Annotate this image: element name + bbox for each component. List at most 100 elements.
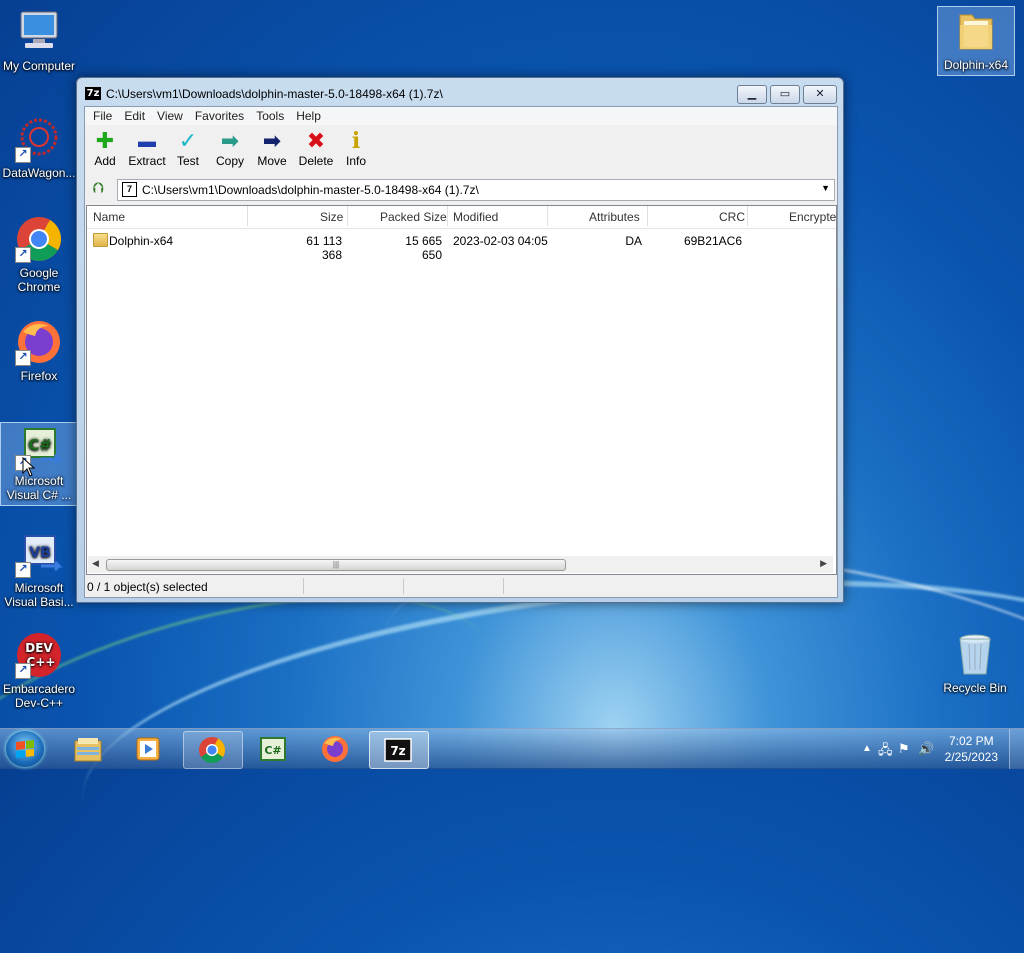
address-combobox[interactable]: 7 C:\Users\vm1\Downloads\dolphin-master-… bbox=[117, 179, 835, 201]
network-icon[interactable]: 🖧 bbox=[878, 741, 893, 763]
scroll-thumb[interactable]: ||| bbox=[106, 559, 566, 571]
shortcut-arrow-icon: ↗ bbox=[15, 350, 31, 366]
column-attributes[interactable]: Attributes bbox=[589, 210, 640, 224]
taskbar-chrome[interactable] bbox=[183, 731, 243, 769]
column-divider[interactable] bbox=[647, 206, 648, 226]
7zip-window[interactable]: 7z C:\Users\vm1\Downloads\dolphin-master… bbox=[76, 77, 844, 603]
minimize-button[interactable]: ▁ bbox=[737, 85, 767, 104]
desktop-icon-firefox[interactable]: ↗ Firefox bbox=[1, 318, 77, 383]
cell-size: 61 113 368 bbox=[306, 234, 342, 262]
volume-icon[interactable]: 🔊 bbox=[918, 741, 934, 757]
show-desktop-button[interactable] bbox=[1009, 729, 1024, 769]
archive-icon: 7 bbox=[122, 182, 137, 197]
info-icon: i bbox=[351, 128, 361, 154]
test-label: Test bbox=[176, 154, 199, 168]
desktop-icon-label: Firefox bbox=[20, 369, 58, 383]
status-bar: 0 / 1 object(s) selected bbox=[85, 575, 837, 597]
move-arrow-icon: ➡ bbox=[262, 128, 282, 153]
taskbar-7zip[interactable]: 7z bbox=[369, 731, 429, 769]
menu-tools[interactable]: Tools bbox=[250, 107, 290, 123]
column-divider[interactable] bbox=[347, 206, 348, 226]
column-divider[interactable] bbox=[747, 206, 748, 226]
menu-favorites[interactable]: Favorites bbox=[189, 107, 250, 123]
svg-text:C#: C# bbox=[28, 436, 52, 454]
desktop-icon-visual-csharp[interactable]: C# ↗ Microsoft Visual C# ... bbox=[0, 422, 78, 506]
maximize-icon: ▭ bbox=[779, 88, 791, 100]
clock[interactable]: 7:02 PM 2/25/2023 bbox=[945, 733, 998, 765]
start-button[interactable] bbox=[6, 731, 44, 767]
column-divider[interactable] bbox=[447, 206, 448, 226]
desktop-icon-label: Recycle Bin bbox=[943, 681, 1007, 695]
copy-button[interactable]: ➡ Copy bbox=[210, 128, 250, 168]
move-button[interactable]: ➡ Move bbox=[252, 128, 292, 168]
scroll-right-icon[interactable]: ▶ bbox=[820, 558, 827, 569]
delete-button[interactable]: ✖ Delete bbox=[293, 128, 339, 168]
extract-button[interactable]: ▬ Extract bbox=[123, 128, 171, 168]
plus-icon: ✚ bbox=[95, 128, 115, 153]
visual-csharp-icon: C# bbox=[260, 737, 286, 761]
desktop-icon-dev-cpp[interactable]: DEV C++ ↗ Embarcadero Dev-C++ bbox=[1, 631, 77, 710]
address-bar: ⮉ 7 C:\Users\vm1\Downloads\dolphin-maste… bbox=[85, 177, 837, 201]
menu-bar: File Edit View Favorites Tools Help bbox=[85, 107, 837, 125]
column-divider[interactable] bbox=[547, 206, 548, 226]
file-list[interactable]: Name Size Packed Size Modified Attribute… bbox=[86, 205, 837, 575]
desktop-icon-visual-basic[interactable]: VB ↗ Microsoft Visual Basi... bbox=[1, 530, 77, 609]
menu-file[interactable]: File bbox=[87, 107, 118, 123]
info-button[interactable]: i Info bbox=[336, 128, 376, 168]
check-icon: ✓ bbox=[178, 128, 198, 153]
taskbar-media-player[interactable] bbox=[120, 731, 178, 767]
clock-date: 2/25/2023 bbox=[944, 750, 998, 764]
cell-crc: 69B21AC6 bbox=[683, 234, 742, 248]
window-titlebar[interactable]: 7z C:\Users\vm1\Downloads\dolphin-master… bbox=[77, 78, 843, 108]
close-button[interactable]: ✕ bbox=[803, 85, 837, 104]
menu-edit[interactable]: Edit bbox=[118, 107, 151, 123]
test-button[interactable]: ✓ Test bbox=[168, 128, 208, 168]
copy-arrow-icon: ➡ bbox=[220, 128, 240, 153]
maximize-button[interactable]: ▭ bbox=[770, 85, 800, 104]
taskbar-visual-csharp[interactable]: C# bbox=[245, 731, 303, 767]
desktop-icon-recycle-bin[interactable]: Recycle Bin bbox=[937, 630, 1013, 695]
desktop-icon-label: DataWagon... bbox=[2, 166, 76, 180]
desktop-icon-my-computer[interactable]: My Computer bbox=[1, 8, 77, 73]
cell-name: Dolphin-x64 bbox=[109, 234, 174, 248]
media-player-icon bbox=[136, 737, 160, 761]
window-title: C:\Users\vm1\Downloads\dolphin-master-5.… bbox=[106, 87, 443, 101]
visual-basic-icon: VB ↗ bbox=[15, 530, 63, 578]
column-size[interactable]: Size bbox=[320, 210, 343, 224]
folder-up-button[interactable]: ⮉ bbox=[89, 181, 107, 197]
chrome-icon bbox=[199, 737, 226, 764]
cell-packed-size: 15 665 650 bbox=[405, 234, 442, 262]
column-encrypted[interactable]: Encrypte bbox=[789, 210, 836, 224]
column-name[interactable]: Name bbox=[93, 210, 125, 224]
action-center-flag-icon[interactable]: ⚑ bbox=[898, 741, 910, 757]
column-modified[interactable]: Modified bbox=[453, 210, 498, 224]
column-packed-size[interactable]: Packed Size bbox=[380, 210, 447, 224]
desktop-icon-dolphin-folder[interactable]: Dolphin-x64 bbox=[937, 6, 1015, 76]
info-label: Info bbox=[345, 154, 366, 168]
taskbar-firefox[interactable] bbox=[307, 731, 365, 767]
file-explorer-icon bbox=[74, 738, 102, 762]
list-header: Name Size Packed Size Modified Attribute… bbox=[87, 206, 836, 229]
menu-view[interactable]: View bbox=[151, 107, 189, 123]
clock-time: 7:02 PM bbox=[948, 734, 994, 748]
datawagon-icon: ↗ bbox=[15, 115, 63, 163]
desktop-icon-datawagon[interactable]: ↗ DataWagon... bbox=[1, 115, 77, 180]
copy-label: Copy bbox=[215, 154, 244, 168]
computer-icon bbox=[15, 8, 63, 56]
menu-help[interactable]: Help bbox=[290, 107, 327, 123]
7zip-icon: 7z bbox=[384, 738, 412, 762]
status-divider bbox=[403, 578, 404, 594]
taskbar-explorer[interactable] bbox=[60, 731, 118, 767]
add-button[interactable]: ✚ Add bbox=[85, 128, 125, 168]
folder-icon bbox=[952, 7, 1000, 55]
desktop-icon-google-chrome[interactable]: ↗ Google Chrome bbox=[1, 215, 77, 294]
scroll-left-icon[interactable]: ◀ bbox=[92, 558, 99, 569]
column-crc[interactable]: CRC bbox=[719, 210, 745, 224]
table-row[interactable]: Dolphin-x64 61 113 368 15 665 650 2023-0… bbox=[87, 230, 836, 262]
chevron-down-icon[interactable]: ▼ bbox=[821, 183, 830, 193]
shortcut-arrow-icon: ↗ bbox=[15, 663, 31, 679]
windows-logo-icon bbox=[16, 740, 34, 758]
column-divider[interactable] bbox=[247, 206, 248, 226]
horizontal-scrollbar[interactable]: ◀ ||| ▶ bbox=[88, 556, 833, 573]
show-hidden-icons-icon[interactable]: ▲ bbox=[862, 743, 872, 754]
